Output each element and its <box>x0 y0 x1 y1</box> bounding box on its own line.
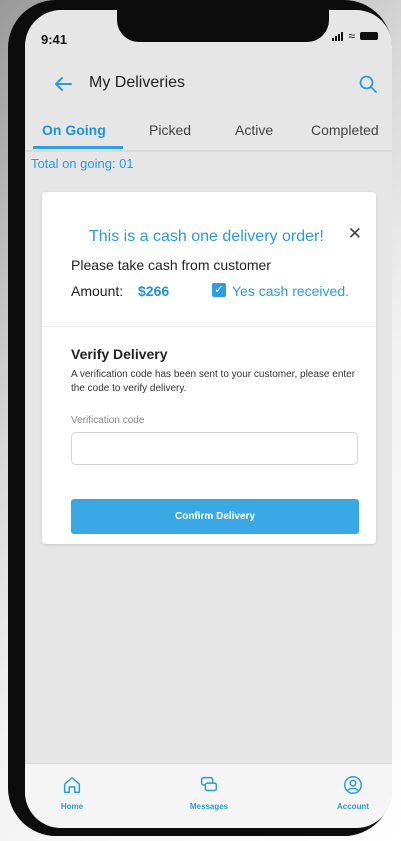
wifi-icon: ≈ <box>348 29 355 43</box>
amount-value: $266 <box>138 283 170 299</box>
bottom-navigation: Home Messages Account <box>25 763 392 828</box>
tab-active[interactable]: Active <box>235 122 273 138</box>
battery-icon <box>360 32 378 40</box>
nav-account-label: Account <box>337 802 369 811</box>
close-icon[interactable]: ✕ <box>348 224 362 244</box>
nav-messages-label: Messages <box>189 802 229 811</box>
tab-picked[interactable]: Picked <box>149 122 191 138</box>
back-arrow-icon[interactable] <box>51 72 75 96</box>
nav-account[interactable]: Account <box>313 774 392 811</box>
app-header: My Deliveries <box>25 64 392 104</box>
messages-icon <box>200 776 218 792</box>
verify-delivery-title: Verify Delivery <box>71 346 168 362</box>
home-icon <box>63 776 81 794</box>
tab-completed[interactable]: Completed <box>311 122 379 138</box>
verification-code-label: Verification code <box>71 415 145 426</box>
cash-received-label[interactable]: Yes cash received. <box>232 283 349 299</box>
delivery-tabs: On Going Picked Active Completed <box>25 114 392 152</box>
phone-notch <box>117 10 329 42</box>
account-icon <box>344 776 362 794</box>
total-ongoing-count: Total on going: 01 <box>31 156 134 171</box>
card-title: This is a cash one delivery order! <box>89 228 324 245</box>
app-screen: 9:41 ≈ My Deliveries On Going Picked Act… <box>25 10 392 828</box>
nav-home[interactable]: Home <box>32 774 112 811</box>
status-time: 9:41 <box>41 32 68 47</box>
nav-home-label: Home <box>60 802 84 811</box>
page-title: My Deliveries <box>89 74 186 91</box>
signal-icon <box>332 31 344 41</box>
search-icon[interactable] <box>356 72 380 96</box>
cash-instruction: Please take cash from customer <box>71 257 271 273</box>
active-tab-indicator <box>33 146 123 149</box>
verify-description: A verification code has been sent to you… <box>71 369 356 394</box>
cash-received-checkbox[interactable]: ✓ <box>212 283 226 297</box>
amount-label: Amount: <box>71 283 124 299</box>
status-icons: ≈ <box>332 29 378 43</box>
confirm-delivery-button[interactable]: Confirm Delivery <box>71 499 359 534</box>
card-divider <box>42 326 376 327</box>
phone-frame: 9:41 ≈ My Deliveries On Going Picked Act… <box>8 0 392 836</box>
verification-code-input[interactable] <box>71 432 358 465</box>
cash-delivery-card: This is a cash one delivery order! ✕ Ple… <box>42 192 376 544</box>
nav-messages[interactable]: Messages <box>169 774 249 811</box>
tab-on-going[interactable]: On Going <box>42 122 106 138</box>
